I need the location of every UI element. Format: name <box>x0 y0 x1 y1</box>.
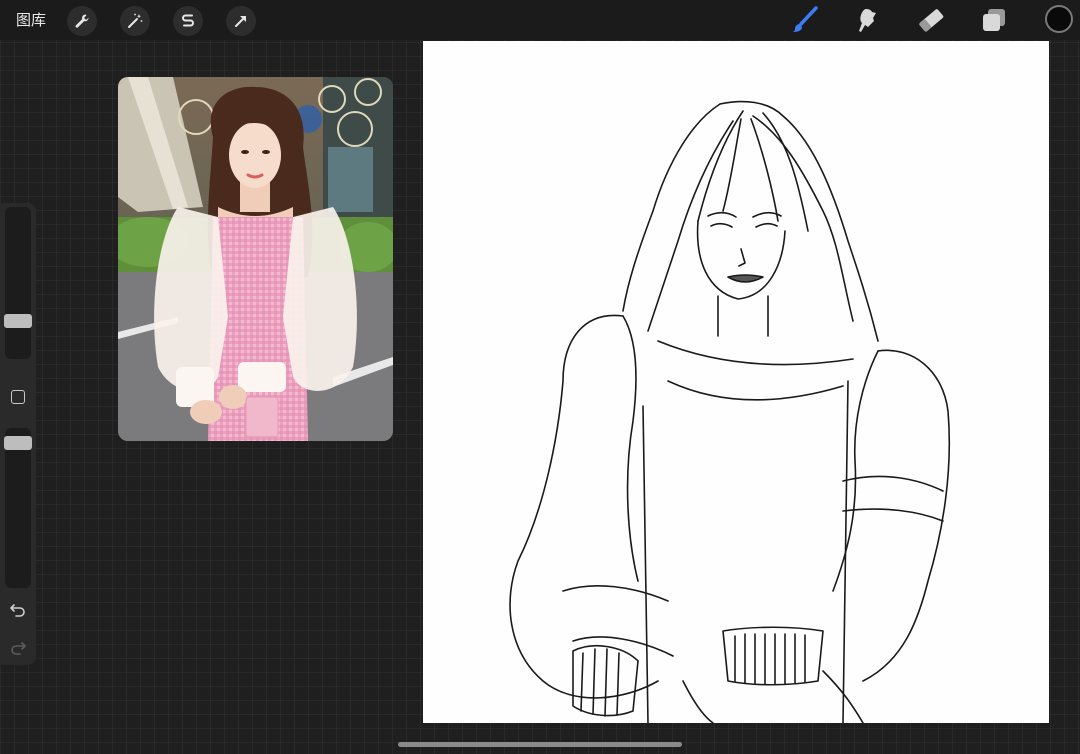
redo-icon[interactable] <box>9 639 27 657</box>
color-picker-button[interactable] <box>1045 5 1073 33</box>
home-indicator <box>398 742 682 747</box>
brush-size-slider[interactable] <box>4 207 32 359</box>
reference-photo <box>118 77 393 441</box>
smudge-icon[interactable] <box>853 5 883 35</box>
line-art-sketch <box>509 100 951 723</box>
drawing-canvas[interactable] <box>423 41 1049 723</box>
sidebar <box>0 203 36 665</box>
adjustments-magic-wand-icon[interactable] <box>120 6 150 36</box>
brush-icon[interactable] <box>790 5 820 35</box>
eraser-icon[interactable] <box>916 5 946 35</box>
top-toolbar: 图库 <box>0 0 1080 40</box>
selection-s-icon[interactable] <box>173 6 203 36</box>
reference-image-window[interactable] <box>118 77 393 441</box>
layers-icon[interactable] <box>979 5 1009 35</box>
undo-icon[interactable] <box>9 601 27 619</box>
gallery-button[interactable]: 图库 <box>16 10 46 30</box>
modify-button[interactable] <box>11 390 25 404</box>
transform-arrow-icon[interactable] <box>226 6 256 36</box>
opacity-slider[interactable] <box>4 428 32 588</box>
opacity-thumb[interactable] <box>4 436 32 450</box>
actions-wrench-icon[interactable] <box>67 6 97 36</box>
brush-size-thumb[interactable] <box>4 314 32 328</box>
